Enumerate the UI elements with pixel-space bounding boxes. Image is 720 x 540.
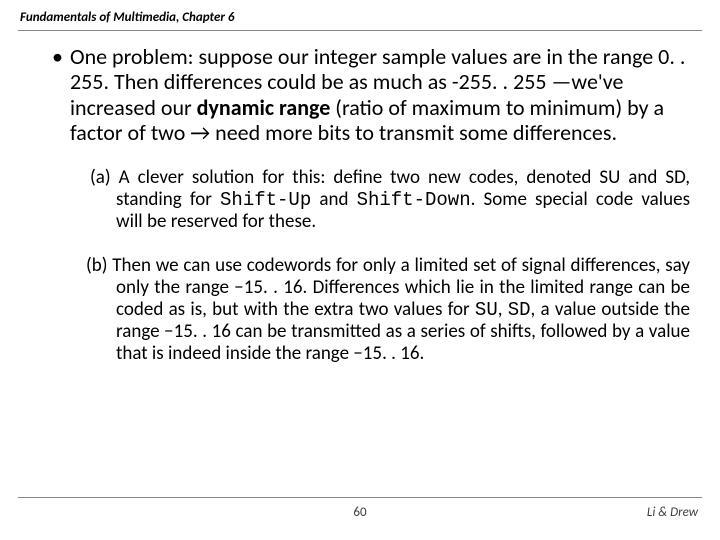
sub-b-code1: SU — [475, 299, 498, 321]
slide-header: Fundamentals of Multimedia, Chapter 6 — [20, 10, 700, 29]
sub-b-code2: SD — [508, 299, 531, 321]
slide-body: •One problem: suppose our integer sample… — [30, 44, 690, 365]
sub-a-label: (a) — [90, 166, 119, 189]
sub-item-a: (a) A clever solution for this: define t… — [30, 167, 690, 233]
sub-a-t2: and — [311, 188, 356, 211]
divider-top — [18, 30, 702, 31]
sub-a-code2: Shift-Down — [357, 189, 471, 211]
sub-b-t2: , — [498, 298, 508, 321]
header-text: Fundamentals of Multimedia, Chapter 6 — [20, 10, 234, 25]
sub-item-b: (b) Then we can use codewords for only a… — [30, 255, 690, 365]
main-bullet: •One problem: suppose our integer sample… — [30, 44, 690, 145]
sub-a-code1: Shift-Up — [220, 189, 311, 211]
slide: Fundamentals of Multimedia, Chapter 6 •O… — [0, 0, 720, 540]
footer-authors: Li & Drew — [647, 505, 698, 520]
bullet-text-bold: dynamic range — [197, 94, 331, 121]
sub-b-label: (b) — [86, 254, 112, 277]
page-number: 60 — [0, 505, 720, 520]
slide-footer: 60 Li & Drew — [0, 505, 720, 533]
bullet-mark: • — [52, 44, 70, 69]
divider-bottom — [18, 497, 702, 498]
